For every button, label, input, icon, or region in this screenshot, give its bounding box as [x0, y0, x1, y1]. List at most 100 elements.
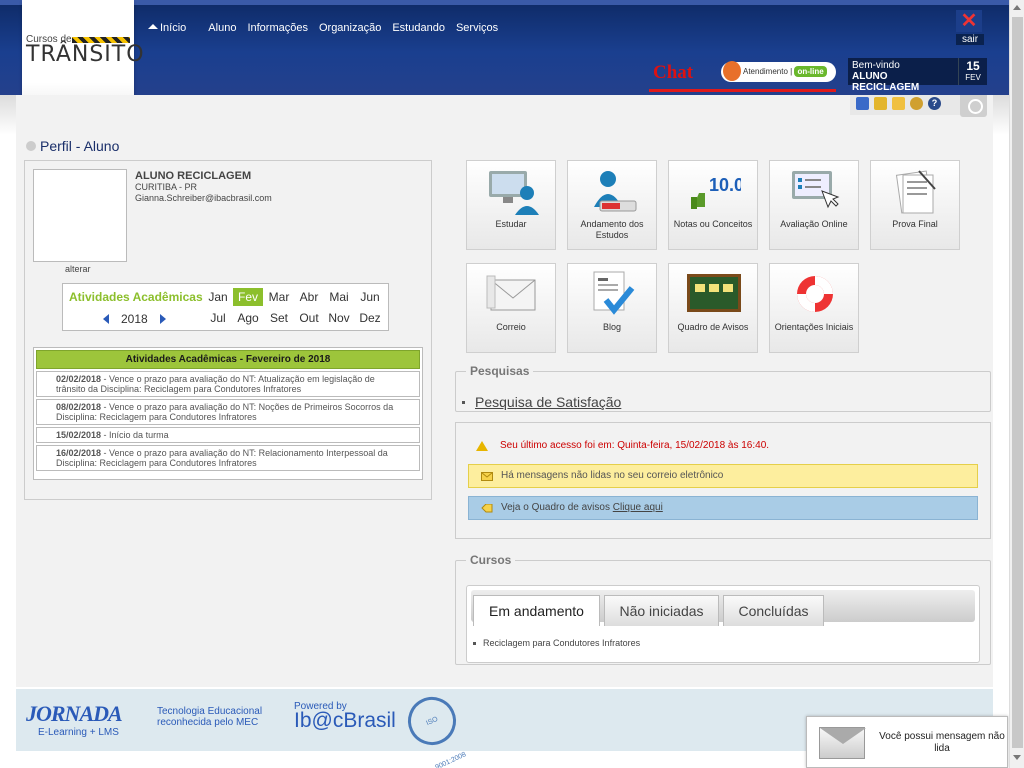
satisfaction-survey-link[interactable]: Pesquisa de Satisfação — [462, 394, 621, 410]
notice-board-link[interactable]: Clique aqui — [613, 502, 663, 513]
tile-orientacoes[interactable]: Orientações Iniciais — [769, 263, 859, 353]
activities-header: Atividades Acadêmicas - Fevereiro de 201… — [36, 350, 420, 369]
month-jan[interactable]: Jan — [203, 288, 233, 306]
iso-seal: ISO 9001:2008 — [400, 689, 467, 768]
tile-andamento[interactable]: Andamento dos Estudos — [567, 160, 657, 250]
page-title: Perfil - Aluno — [26, 138, 119, 154]
nav-organizacao[interactable]: Organização — [319, 22, 381, 34]
month-nov[interactable]: Nov — [324, 309, 354, 327]
grade-icon: 10.0 — [691, 175, 741, 209]
unread-mail-alert[interactable]: Há mensagens não lidas no seu correio el… — [468, 464, 978, 488]
tile-label: Prova Final — [892, 219, 938, 229]
footer-tagline: Tecnologia Educacional reconhecida pelo M… — [157, 706, 262, 728]
chat-badge-text: Atendimento — [743, 67, 788, 76]
activity-item: 02/02/2018 - Vence o prazo para avaliaçã… — [36, 371, 420, 397]
settings-icon[interactable] — [910, 97, 923, 110]
tile-prova-final[interactable]: Prova Final — [870, 160, 960, 250]
tile-correio[interactable]: Correio — [466, 263, 556, 353]
month-dec[interactable]: Dez — [355, 309, 385, 327]
mail-icon — [486, 275, 536, 311]
year-label: 2018 — [121, 312, 148, 326]
tile-notas[interactable]: 10.0 Notas ou Conceitos — [668, 160, 758, 250]
scroll-down-icon[interactable] — [1013, 755, 1021, 760]
month-feb[interactable]: Fev — [233, 288, 263, 306]
scroll-up-icon[interactable] — [1013, 5, 1021, 10]
online-exam-icon — [792, 171, 840, 209]
activity-item: 15/02/2018 - Início da turma — [36, 427, 420, 443]
tile-quadro-avisos[interactable]: Quadro de Avisos — [668, 263, 758, 353]
chat-status: on-line — [794, 66, 827, 77]
activity-item: 08/02/2018 - Vence o prazo para avaliaçã… — [36, 399, 420, 425]
envelope-icon[interactable] — [892, 97, 905, 110]
vertical-scrollbar[interactable] — [1009, 0, 1024, 768]
nav-estudando[interactable]: Estudando — [392, 22, 445, 34]
tab-nao-iniciadas[interactable]: Não iniciadas — [604, 595, 719, 626]
logout-button[interactable]: ✕ sair — [956, 10, 984, 46]
courses-legend: Cursos — [470, 553, 512, 567]
tab-concluidas[interactable]: Concluídas — [723, 595, 824, 626]
welcome-label: Bem-vindo — [852, 60, 900, 71]
activity-text: - Vence o prazo para avaliação do NT: At… — [56, 374, 375, 394]
tile-blog[interactable]: Blog — [567, 263, 657, 353]
date-day: 15 — [966, 59, 980, 73]
jornada-logo[interactable]: JORNADA — [26, 701, 123, 727]
profile-photo[interactable] — [33, 169, 127, 262]
month-oct[interactable]: Out — [294, 309, 324, 327]
nav-aluno[interactable]: Aluno — [208, 22, 236, 34]
calendar-icon[interactable] — [856, 97, 869, 110]
month-jul[interactable]: Jul — [203, 309, 233, 327]
month-apr[interactable]: Abr — [294, 288, 324, 306]
chat-online-badge[interactable]: Atendimento | on-line — [721, 61, 836, 82]
help-icon[interactable]: ? — [928, 97, 941, 110]
chat-label: Chat — [653, 62, 694, 83]
profile-city: CURITIBA - PR — [135, 182, 198, 192]
logo-main-text: TRÂNSITO — [26, 42, 145, 67]
activities-list: Atividades Acadêmicas - Fevereiro de 201… — [33, 347, 423, 480]
tile-label: Orientações Iniciais — [774, 322, 854, 332]
pencil-icon[interactable] — [874, 97, 887, 110]
scroll-thumb[interactable] — [1012, 17, 1023, 748]
tag-icon — [481, 504, 493, 513]
change-photo-link[interactable]: alterar — [65, 264, 91, 274]
top-stripe — [0, 0, 1009, 5]
nav-servicos[interactable]: Serviços — [456, 22, 498, 34]
month-sep[interactable]: Set — [264, 309, 294, 327]
activity-text: - Vence o prazo para avaliação do NT: No… — [56, 402, 394, 422]
month-aug[interactable]: Ago — [233, 309, 263, 327]
main-nav: Início Aluno Informações Organização Est… — [148, 22, 509, 34]
close-icon: ✕ — [956, 10, 982, 32]
envelope-icon — [481, 472, 493, 481]
chat-widget[interactable]: Chat Atendimento | on-line — [649, 60, 836, 92]
tile-label: Andamento dos Estudos — [580, 219, 644, 240]
prev-year-icon[interactable] — [103, 314, 109, 324]
unread-message-toast[interactable]: Você possui mensagem não lida — [806, 716, 1008, 768]
tile-label: Estudar — [495, 219, 527, 229]
tab-em-andamento[interactable]: Em andamento — [473, 595, 600, 626]
tagline-line1: Tecnologia Educacional — [157, 706, 263, 717]
tile-label: Notas ou Conceitos — [673, 219, 753, 229]
lifebuoy-icon — [797, 276, 833, 312]
month-may[interactable]: Mai — [324, 288, 354, 306]
unread-mail-text: Há mensagens não lidas no seu correio el… — [501, 470, 724, 481]
next-year-icon[interactable] — [159, 314, 166, 324]
month-mar[interactable]: Mar — [264, 288, 294, 306]
profile-email: Gianna.Schreiber@ibacbrasil.com — [135, 193, 272, 203]
final-exam-icon — [895, 170, 936, 214]
course-list-item[interactable]: Reciclagem para Condutores Infratores — [473, 638, 640, 648]
activity-calendar: Atividades Acadêmicas 2018 Jan Fev Mar A… — [62, 283, 389, 331]
toast-text: Você possui mensagem não lida — [879, 731, 1005, 754]
activity-date: 15/02/2018 — [56, 430, 102, 440]
welcome-user: ALUNO RECICLAGEM — [852, 71, 920, 93]
tile-estudar[interactable]: Estudar — [466, 160, 556, 250]
month-jun[interactable]: Jun — [355, 288, 385, 306]
logout-label: sair — [956, 34, 984, 45]
envelope-icon — [819, 727, 866, 759]
blog-icon — [593, 271, 635, 315]
tile-label: Correio — [496, 322, 526, 332]
nav-informacoes[interactable]: Informações — [247, 22, 308, 34]
tile-avaliacao[interactable]: Avaliação Online — [769, 160, 859, 250]
nav-home[interactable]: Início — [148, 22, 197, 34]
power-icon[interactable] — [960, 95, 987, 117]
home-icon — [148, 23, 158, 29]
ibacbrasil-logo[interactable]: Ib@cBrasil — [294, 709, 396, 733]
